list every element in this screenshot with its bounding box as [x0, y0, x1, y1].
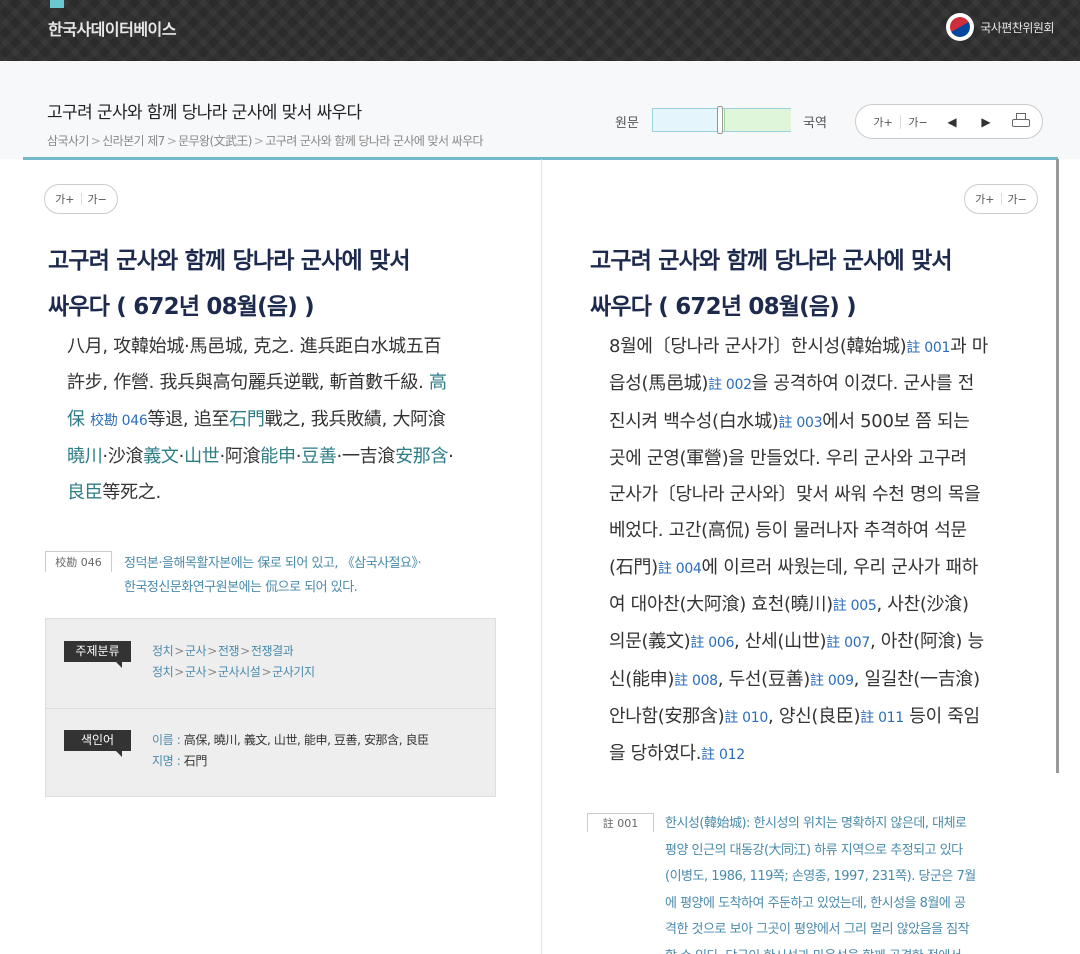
right-font-decrease[interactable]: 가− [1008, 191, 1027, 207]
original-text: 八月, 攻韓始城·馬邑城, 克之. 進兵距白水城五百 許步, 作營. 我兵與高句… [67, 336, 454, 504]
original-title: 고구려 군사와 함께 당나라 군사에 맞서 싸우다 ( 672년 08월(음) … [48, 248, 411, 320]
page-title: 고구려 군사와 함께 당나라 군사에 맞서 싸우다 [47, 103, 362, 123]
site-logo[interactable]: 한국사데이터베이스 [48, 16, 176, 40]
index-terms: 이름 : 高保, 曉川, 義文, 山世, 能申, 豆善, 安那含, 良臣 지명 … [152, 733, 429, 768]
collation-link[interactable]: 校勘 046 [90, 413, 148, 429]
topic-link[interactable]: 전쟁 [218, 644, 240, 658]
index-term[interactable]: 保 [67, 409, 85, 430]
breadcrumb: 삼국사기 > 신라본기 제7 > 문무왕(文武王) > 고구려 군사와 함께 당… [47, 132, 484, 149]
footnote-link[interactable]: 註 010 [724, 710, 768, 726]
left-font-increase[interactable]: 가+ [55, 191, 74, 207]
breadcrumb-item-4[interactable]: 고구려 군사와 함께 당나라 군사에 맞서 싸우다 [265, 132, 483, 149]
translation-label: 국역 [803, 116, 827, 131]
topic-link[interactable]: 군사 [185, 644, 207, 658]
org-logo[interactable]: 국사편찬위원회 [946, 13, 1054, 41]
org-name: 국사편찬위원회 [980, 20, 1054, 35]
breadcrumb-item-2[interactable]: 신라본기 제7 [102, 132, 165, 149]
topic-link[interactable]: 군사기지 [272, 665, 315, 679]
footnote-link[interactable]: 註 004 [658, 561, 702, 577]
footnote-link[interactable]: 註 008 [674, 673, 718, 689]
slider-handle[interactable] [717, 106, 723, 134]
topic-tag: 주제분류 [64, 641, 131, 668]
index-tag: 색인어 [64, 730, 131, 757]
top-bar: 한국사데이터베이스 국사편찬위원회 [0, 0, 1080, 61]
right-font-increase[interactable]: 가+ [975, 191, 994, 207]
footnote-link[interactable]: 註 006 [690, 635, 734, 651]
topic-link[interactable]: 군사시설 [218, 665, 261, 679]
classification-box: 주제분류 정치>군사>전쟁>전쟁결과 정치>군사>군사시설>군사기지 색인어 이… [45, 618, 496, 797]
font-increase-button[interactable]: 가+ [866, 114, 900, 130]
chevron-right-icon: > [166, 133, 177, 148]
index-term[interactable]: 石門 [229, 409, 265, 430]
footnote-link[interactable]: 註 009 [810, 673, 854, 689]
topic-link[interactable]: 전쟁결과 [251, 644, 294, 658]
right-font-control: 가+ 가− [964, 184, 1038, 214]
footnote-link[interactable]: 註 001 [906, 340, 950, 356]
font-decrease-button[interactable]: 가− [901, 114, 935, 130]
translation-title: 고구려 군사와 함께 당나라 군사에 맞서 싸우다 ( 672년 08월(음) … [590, 248, 953, 320]
index-term[interactable]: 曉川 [67, 446, 103, 467]
footnote-link[interactable]: 註 007 [826, 635, 870, 651]
footnote-link[interactable]: 註 011 [860, 710, 904, 726]
collation-note: 정덕본·을해목활자본에는 保로 되어 있고, 《삼국사절요》· 한국정신문화연구… [124, 556, 422, 595]
footnote-tag: 註 001 [587, 813, 654, 832]
topic-link[interactable]: 정치 [152, 644, 174, 658]
index-term[interactable]: 能申 [260, 446, 296, 467]
index-term[interactable]: 義文 [143, 446, 179, 467]
taegeuk-icon [946, 13, 975, 41]
left-font-decrease[interactable]: 가− [88, 191, 107, 207]
breadcrumb-item-1[interactable]: 삼국사기 [47, 132, 89, 149]
index-term[interactable]: 豆善 [301, 446, 337, 467]
chevron-right-icon: > [90, 133, 101, 148]
index-term[interactable]: 山世 [184, 446, 220, 467]
footnote-link[interactable]: 註 002 [708, 377, 752, 393]
index-names[interactable]: 高保, 曉川, 義文, 山世, 能申, 豆善, 安那含, 良臣 [184, 733, 429, 747]
left-font-control: 가+ 가− [44, 184, 118, 214]
index-term[interactable]: 高 [429, 372, 447, 393]
breadcrumb-item-3[interactable]: 문무왕(文武王) [178, 132, 252, 149]
topic-link[interactable]: 군사 [185, 665, 207, 679]
index-places[interactable]: 石門 [184, 754, 208, 768]
footnote-link[interactable]: 註 012 [701, 747, 745, 763]
article-header: 고구려 군사와 함께 당나라 군사에 맞서 싸우다 삼국사기 > 신라본기 제7… [0, 61, 1080, 160]
index-term[interactable]: 安那含 [395, 446, 448, 467]
next-button[interactable]: ▶ [969, 115, 1003, 129]
translation-text: 8월에〔당나라 군사가〕한시성(韓始城)註 001과 마 읍성(馬邑城)註 00… [609, 336, 989, 765]
collation-tag: 校勘 046 [45, 551, 112, 572]
footnote-link[interactable]: 註 005 [833, 598, 877, 614]
original-label: 원문 [615, 116, 639, 131]
footnote-text: 한시성(韓始城): 한시성의 위치는 명확하지 않은데, 대체로 평양 인근의 … [665, 816, 976, 954]
view-ratio-slider[interactable] [652, 106, 791, 134]
chevron-right-icon: > [253, 133, 264, 148]
print-icon[interactable] [1012, 113, 1030, 130]
footnote-link[interactable]: 註 003 [779, 415, 823, 431]
toolbar: 가+ 가− ◀ ▶ [855, 104, 1043, 139]
prev-button[interactable]: ◀ [935, 115, 969, 129]
index-term[interactable]: 良臣 [67, 482, 103, 503]
pane-divider [541, 159, 542, 954]
brand-accent [50, 0, 64, 8]
topic-link[interactable]: 정치 [152, 665, 174, 679]
topic-list: 정치>군사>전쟁>전쟁결과 정치>군사>군사시설>군사기지 [152, 644, 315, 679]
